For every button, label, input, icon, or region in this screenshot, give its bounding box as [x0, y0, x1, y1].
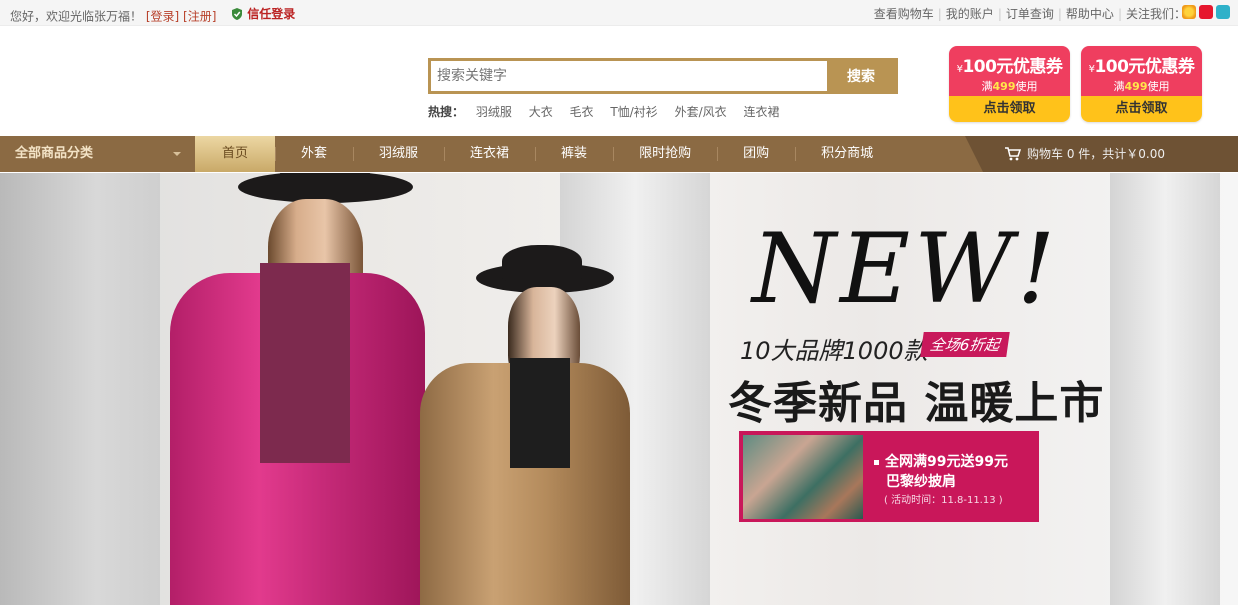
coupon-amount: ¥100元优惠券 — [956, 57, 1063, 77]
qzone-icon[interactable] — [1182, 5, 1196, 19]
trust-login-link[interactable]: 信任登录 — [230, 5, 295, 22]
scarf-image — [743, 435, 863, 519]
weibo-icon[interactable] — [1199, 5, 1213, 19]
follow-us-label: 关注我们： — [1125, 7, 1186, 21]
coupon-top: ¥100元优惠券 满499使用 — [949, 46, 1070, 96]
all-categories-label: 全部商品分类 — [15, 146, 94, 161]
banner-headline: NEW! — [752, 213, 1060, 325]
view-cart-link[interactable]: 查看购物车 — [874, 7, 934, 21]
promo-line-1: 全网满99元送99元 — [874, 451, 1008, 471]
welcome-area: 您好，欢迎光临张万福！ [登录] [注册] 信任登录 — [10, 5, 295, 25]
header: 搜索 热搜： 羽绒服 大衣 毛衣 T恤/衬衫 外套/风衣 连衣裙 ¥100元优惠… — [0, 26, 1238, 136]
hot-word-sweater[interactable]: 毛衣 — [570, 105, 594, 119]
nav-item-down-jacket[interactable]: 羽绒服 — [353, 136, 444, 172]
banner-slogan: 冬季新品 温暖上市 — [728, 378, 1105, 429]
coupon-card[interactable]: ¥100元优惠券 满499使用 点击领取 — [949, 46, 1070, 122]
nav-item-points-mall[interactable]: 积分商城 — [795, 136, 899, 172]
cart-divider — [965, 136, 983, 172]
help-center-link[interactable]: 帮助中心 — [1066, 7, 1114, 21]
hot-word-coat[interactable]: 大衣 — [529, 105, 553, 119]
coupon-amount: ¥100元优惠券 — [1088, 57, 1195, 77]
order-query-link[interactable]: 订单查询 — [1006, 7, 1054, 21]
nav-item-dress[interactable]: 连衣裙 — [444, 136, 535, 172]
nav-item-group-buy[interactable]: 团购 — [717, 136, 795, 172]
all-categories-menu[interactable]: 全部商品分类 — [0, 136, 195, 172]
hot-word-tshirt[interactable]: T恤/衬衫 — [610, 105, 657, 119]
hot-search: 热搜： 羽绒服 大衣 毛衣 T恤/衬衫 外套/风衣 连衣裙 — [428, 103, 792, 120]
background-pillar — [0, 173, 160, 605]
claim-coupon-button[interactable]: 点击领取 — [1081, 96, 1202, 122]
model-image-pink-coat — [150, 173, 440, 605]
search-input[interactable] — [431, 61, 827, 91]
cart-summary[interactable]: 购物车 0 件，共计￥0.00 — [965, 136, 1238, 172]
top-bar: 您好，欢迎光临张万福！ [登录] [注册] 信任登录 查看购物车 | 我的账户 | 订单… — [0, 0, 1238, 26]
cart-text: 购物车 0 件，共计￥0.00 — [1027, 147, 1165, 161]
nav-item-pants[interactable]: 裤装 — [535, 136, 613, 172]
shield-icon — [232, 7, 243, 20]
nav-item-coat[interactable]: 外套 — [275, 136, 353, 172]
background-pillar — [1110, 173, 1220, 605]
tencent-weibo-icon[interactable] — [1216, 5, 1230, 19]
hot-search-label: 热搜： — [428, 105, 465, 119]
top-links: 查看购物车 | 我的账户 | 订单查询 | 帮助中心 | 关注我们： — [874, 5, 1186, 22]
cart-icon — [1005, 147, 1021, 161]
coupon-card[interactable]: ¥100元优惠券 满499使用 点击领取 — [1081, 46, 1202, 122]
nav-item-home[interactable]: 首页 — [195, 136, 275, 172]
discount-badge: 全场6折起 — [920, 332, 1010, 357]
main-nav: 全部商品分类 首页 外套 羽绒服 连衣裙 裤装 限时抢购 团购 积分商城 购物车… — [0, 136, 1238, 172]
coupon-top: ¥100元优惠券 满499使用 — [1081, 46, 1202, 96]
promo-line-2: 巴黎纱披肩 — [886, 474, 956, 490]
search-button[interactable]: 搜索 — [827, 61, 895, 91]
coupon-condition: 满499使用 — [981, 80, 1038, 93]
chevron-down-icon — [173, 152, 181, 156]
trust-login-label: 信任登录 — [247, 7, 296, 21]
login-link[interactable]: [登录] — [146, 10, 179, 24]
separator: | — [1117, 7, 1122, 21]
my-account-link[interactable]: 我的账户 — [946, 7, 994, 21]
search-box: 搜索 — [428, 58, 898, 94]
hot-word-jacket[interactable]: 外套/风衣 — [675, 105, 727, 119]
coupon-condition: 满499使用 — [1113, 80, 1170, 93]
register-link[interactable]: [注册] — [183, 10, 216, 24]
hero-banner[interactable]: NEW! 10大品牌1000款 全场6折起 冬季新品 温暖上市 全网满99元送9… — [0, 173, 1238, 605]
nav-item-flash-sale[interactable]: 限时抢购 — [613, 136, 717, 172]
model-image-camel-coat — [410, 243, 640, 605]
social-icons — [1182, 5, 1230, 19]
greeting-text: 您好，欢迎光临张万福！ — [10, 9, 143, 24]
claim-coupon-button[interactable]: 点击领取 — [949, 96, 1070, 122]
promo-time: ( 活动时间：11.8-11.13 ) — [884, 495, 1003, 506]
separator: | — [997, 7, 1002, 21]
separator: | — [1057, 7, 1062, 21]
hot-word-dress[interactable]: 连衣裙 — [743, 105, 779, 119]
hot-word-down-jacket[interactable]: 羽绒服 — [476, 105, 512, 119]
banner-brands: 10大品牌1000款 — [740, 337, 928, 365]
scarf-promo-box[interactable]: 全网满99元送99元 巴黎纱披肩 ( 活动时间：11.8-11.13 ) — [739, 431, 1039, 522]
separator: | — [937, 7, 942, 21]
